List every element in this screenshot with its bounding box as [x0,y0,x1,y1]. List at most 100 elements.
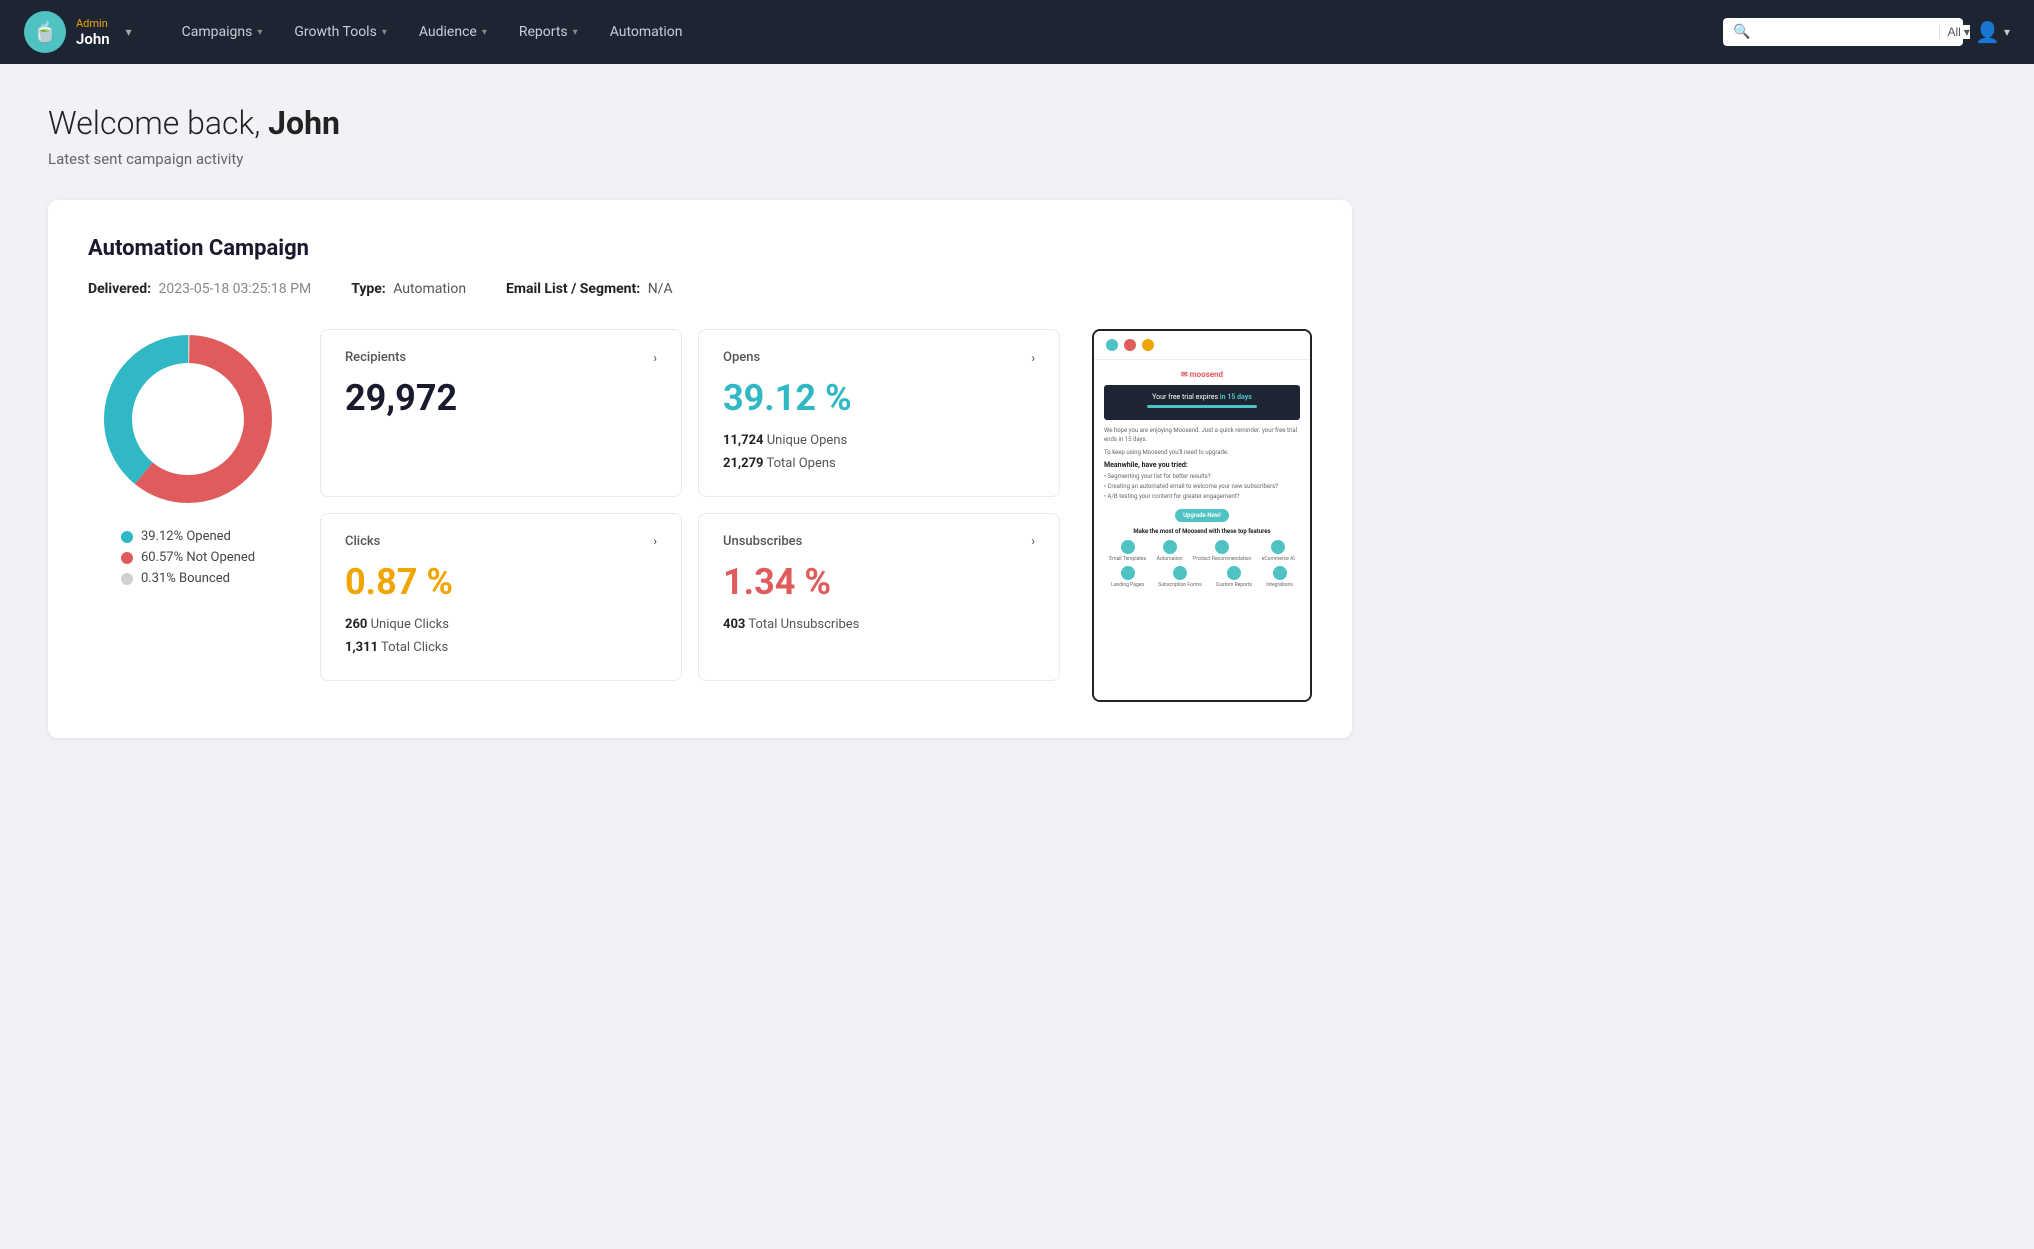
search-bar: 🔍 All ▾ [1723,18,1963,46]
preview-icon-ecommerce: eCommerce AI [1262,540,1295,562]
preview-logo: ✉ moosend [1181,370,1223,379]
user-dropdown-chevron[interactable]: ▾ [126,25,132,39]
stats-grid: Recipients › 29,972 Opens › 39.12 % 11,7… [320,329,1060,681]
donut-section: 39.12% Opened 60.57% Not Opened 0.31% Bo… [88,329,288,586]
growth-tools-chevron-icon: ▾ [382,27,387,38]
preview-banner: Your free trial expires in 15 days [1104,385,1300,420]
nav-right: 🔍 All ▾ 👤 ▾ [1723,18,2010,46]
preview-icon-circle [1121,566,1135,580]
search-icon: 🔍 [1733,24,1750,40]
stat-card-recipients: Recipients › 29,972 [320,329,682,497]
nav-item-automation[interactable]: Automation [596,16,697,48]
admin-label: Admin [76,17,110,30]
preview-icons-row-2: Landing Pages Subscription Forms Custom … [1104,566,1300,588]
preview-body: ✉ moosend Your free trial expires in 15 … [1094,360,1310,700]
nav-logo[interactable]: 🍵 Admin John ▾ [24,11,132,53]
recipients-link-icon[interactable]: › [653,351,657,365]
email-preview: ✉ moosend Your free trial expires in 15 … [1092,329,1312,702]
navbar: 🍵 Admin John ▾ Campaigns ▾ Growth Tools … [0,0,2034,64]
opens-link-icon[interactable]: › [1031,351,1035,365]
preview-list: • Segmenting your list for better result… [1104,472,1300,503]
donut-chart [98,329,278,509]
reports-chevron-icon: ▾ [573,27,578,38]
legend-item-opened: 39.12% Opened [121,529,255,544]
stat-card-unsubscribes-header: Unsubscribes › [723,534,1035,549]
preview-body-text1: We hope you are enjoying Moosend. Just a… [1104,426,1300,444]
legend-dot-opened [121,531,133,543]
preview-cta-button: Upgrade Now! [1175,509,1229,522]
preview-dot-red [1124,339,1136,351]
stat-card-opens-header: Opens › [723,350,1035,365]
opens-details: 11,724 Unique Opens 21,279 Total Opens [723,429,1035,476]
stat-card-clicks-header: Clicks › [345,534,657,549]
type-field: Type: Automation [351,281,466,297]
clicks-link-icon[interactable]: › [653,534,657,548]
preview-icon-circle [1271,540,1285,554]
preview-icon-landing-pages: Landing Pages [1111,566,1144,588]
preview-progress-bar [1147,405,1257,408]
search-input[interactable] [1757,25,1933,40]
nav-user: Admin John [76,17,110,48]
preview-icon-circle [1121,540,1135,554]
preview-logo-row: ✉ moosend [1104,370,1300,379]
legend-item-not-opened: 60.57% Not Opened [121,550,255,565]
preview-icon-circle [1215,540,1229,554]
username-label: John [76,30,110,48]
legend: 39.12% Opened 60.57% Not Opened 0.31% Bo… [121,529,255,586]
audience-chevron-icon: ▾ [482,27,487,38]
stat-card-opens: Opens › 39.12 % 11,724 Unique Opens 21,2… [698,329,1060,497]
search-all-chevron-icon: ▾ [1964,25,1970,39]
campaign-card: Automation Campaign Delivered: 2023-05-1… [48,200,1352,738]
preview-icon-subscription-forms: Subscription Forms [1158,566,1201,588]
profile-button[interactable]: 👤 ▾ [1975,20,2010,44]
unsubscribes-value: 1.34 % [723,561,1035,603]
recipients-value: 29,972 [345,377,657,419]
preview-body-text2: To keep using Moosend you'll need to upg… [1104,448,1300,457]
campaigns-chevron-icon: ▾ [257,27,262,38]
clicks-details: 260 Unique Clicks 1,311 Total Clicks [345,613,657,660]
preview-icons-row-1: Email Templates Automation Product Recom… [1104,540,1300,562]
nav-item-audience[interactable]: Audience ▾ [405,16,501,48]
stat-card-clicks: Clicks › 0.87 % 260 Unique Clicks 1,311 … [320,513,682,681]
delivered-field: Delivered: 2023-05-18 03:25:18 PM [88,281,311,297]
preview-heading: Meanwhile, have you tried: [1104,461,1300,469]
preview-icon-integrations: Integrations [1266,566,1293,588]
preview-icon-circle [1227,566,1241,580]
profile-icon: 👤 [1975,20,2000,44]
preview-icon-product-rec: Product Recommendation [1193,540,1251,562]
search-all-button[interactable]: All ▾ [1939,25,1970,39]
preview-icon-automation: Automation [1157,540,1183,562]
preview-icon-circle [1273,566,1287,580]
stat-card-unsubscribes: Unsubscribes › 1.34 % 403 Total Unsubscr… [698,513,1060,681]
legend-item-bounced: 0.31% Bounced [121,571,255,586]
preview-features-title: Make the most of Moosend with these top … [1104,528,1300,535]
preview-cta-row: Upgrade Now! [1104,509,1300,522]
welcome-title: Welcome back, John [48,104,1352,142]
nav-item-growth-tools[interactable]: Growth Tools ▾ [280,16,400,48]
unsubscribes-link-icon[interactable]: › [1031,534,1035,548]
segment-field: Email List / Segment: N/A [506,281,673,297]
nav-item-reports[interactable]: Reports ▾ [505,16,592,48]
preview-icon-custom-reports: Custom Reports [1216,566,1252,588]
legend-dot-not-opened [121,552,133,564]
nav-item-campaigns[interactable]: Campaigns ▾ [168,16,277,48]
campaign-meta: Delivered: 2023-05-18 03:25:18 PM Type: … [88,281,1312,297]
campaign-body: 39.12% Opened 60.57% Not Opened 0.31% Bo… [88,329,1312,702]
clicks-value: 0.87 % [345,561,657,603]
campaign-title: Automation Campaign [88,236,1312,261]
profile-chevron-icon: ▾ [2004,25,2010,39]
preview-icon-email-templates: Email Templates [1109,540,1146,562]
preview-icon-circle [1173,566,1187,580]
nav-links: Campaigns ▾ Growth Tools ▾ Audience ▾ Re… [168,16,1723,48]
logo-icon: 🍵 [24,11,66,53]
preview-dot-teal [1106,339,1118,351]
opens-value: 39.12 % [723,377,1035,419]
stat-card-recipients-header: Recipients › [345,350,657,365]
preview-dot-yellow [1142,339,1154,351]
unsubscribes-details: 403 Total Unsubscribes [723,613,1035,636]
main-content: Welcome back, John Latest sent campaign … [0,64,1400,778]
preview-icon-circle [1163,540,1177,554]
legend-dot-bounced [121,573,133,585]
preview-titlebar [1094,331,1310,360]
welcome-subtitle: Latest sent campaign activity [48,150,1352,168]
